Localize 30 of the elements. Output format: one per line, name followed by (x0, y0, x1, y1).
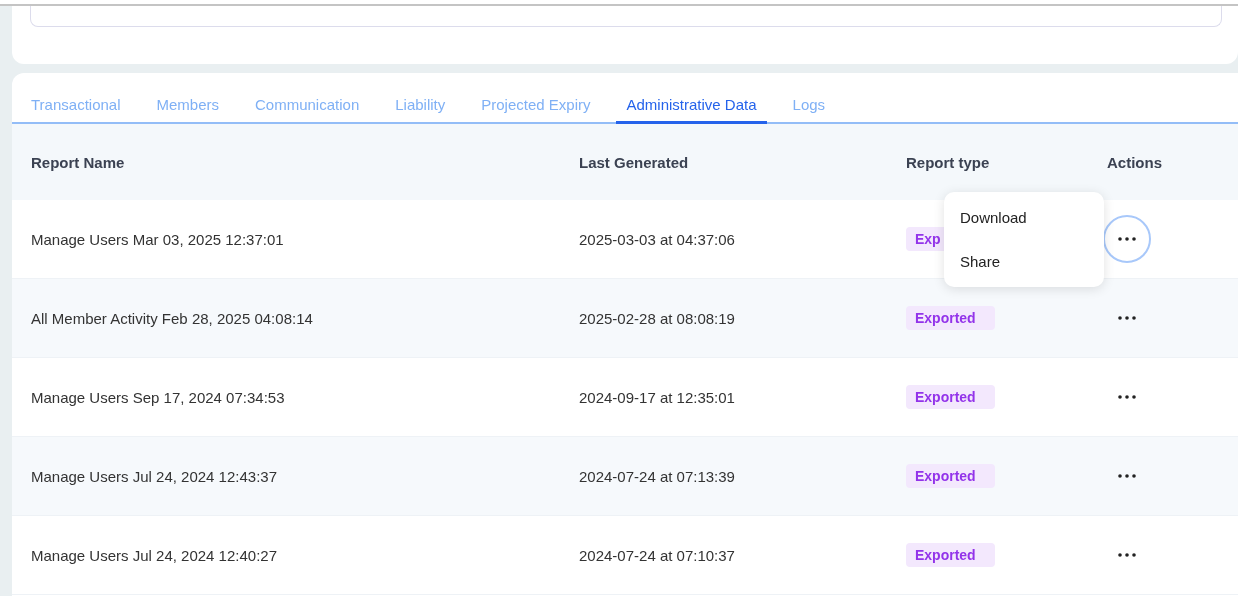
tab[interactable]: Communication (245, 88, 370, 124)
tab[interactable]: Transactional (21, 88, 131, 124)
column-header: Report Name (31, 153, 126, 171)
status-badge: Exported (906, 306, 995, 330)
report-name: Manage Users Jul 24, 2024 12:43:37 (31, 467, 278, 485)
report-name: All Member Activity Feb 28, 2025 04:08:14 (31, 309, 314, 327)
status-badge: Exported (906, 464, 995, 488)
last-generated: 2025-03-03 at 04:37:06 (579, 230, 736, 248)
more-icon (1118, 553, 1136, 557)
report-name: Manage Users Jul 24, 2024 12:40:27 (31, 546, 278, 564)
last-generated: 2024-07-24 at 07:10:37 (579, 546, 736, 564)
last-generated: 2024-07-24 at 07:13:39 (579, 467, 736, 485)
input-field[interactable] (30, 6, 1222, 27)
last-generated: 2024-09-17 at 12:35:01 (579, 388, 736, 406)
column-header: Last Generated (579, 153, 690, 171)
more-icon (1118, 474, 1136, 478)
more-icon (1118, 395, 1136, 399)
tab[interactable]: Members (146, 88, 229, 124)
column-header: Report type (906, 153, 991, 171)
report-name: Manage Users Sep 17, 2024 07:34:53 (31, 388, 286, 406)
last-generated: 2025-02-28 at 08:08:19 (579, 309, 736, 327)
more-icon (1118, 237, 1136, 241)
tab[interactable]: Projected Expiry (471, 88, 601, 124)
column-header: Actions (1107, 153, 1163, 171)
status-badge: Exported (906, 543, 995, 567)
status-badge: Exported (906, 385, 995, 409)
tab[interactable]: Liability (385, 88, 456, 124)
more-icon (1118, 316, 1136, 320)
report-name: Manage Users Mar 03, 2025 12:37:01 (31, 230, 285, 248)
tab[interactable]: Logs (782, 88, 836, 124)
